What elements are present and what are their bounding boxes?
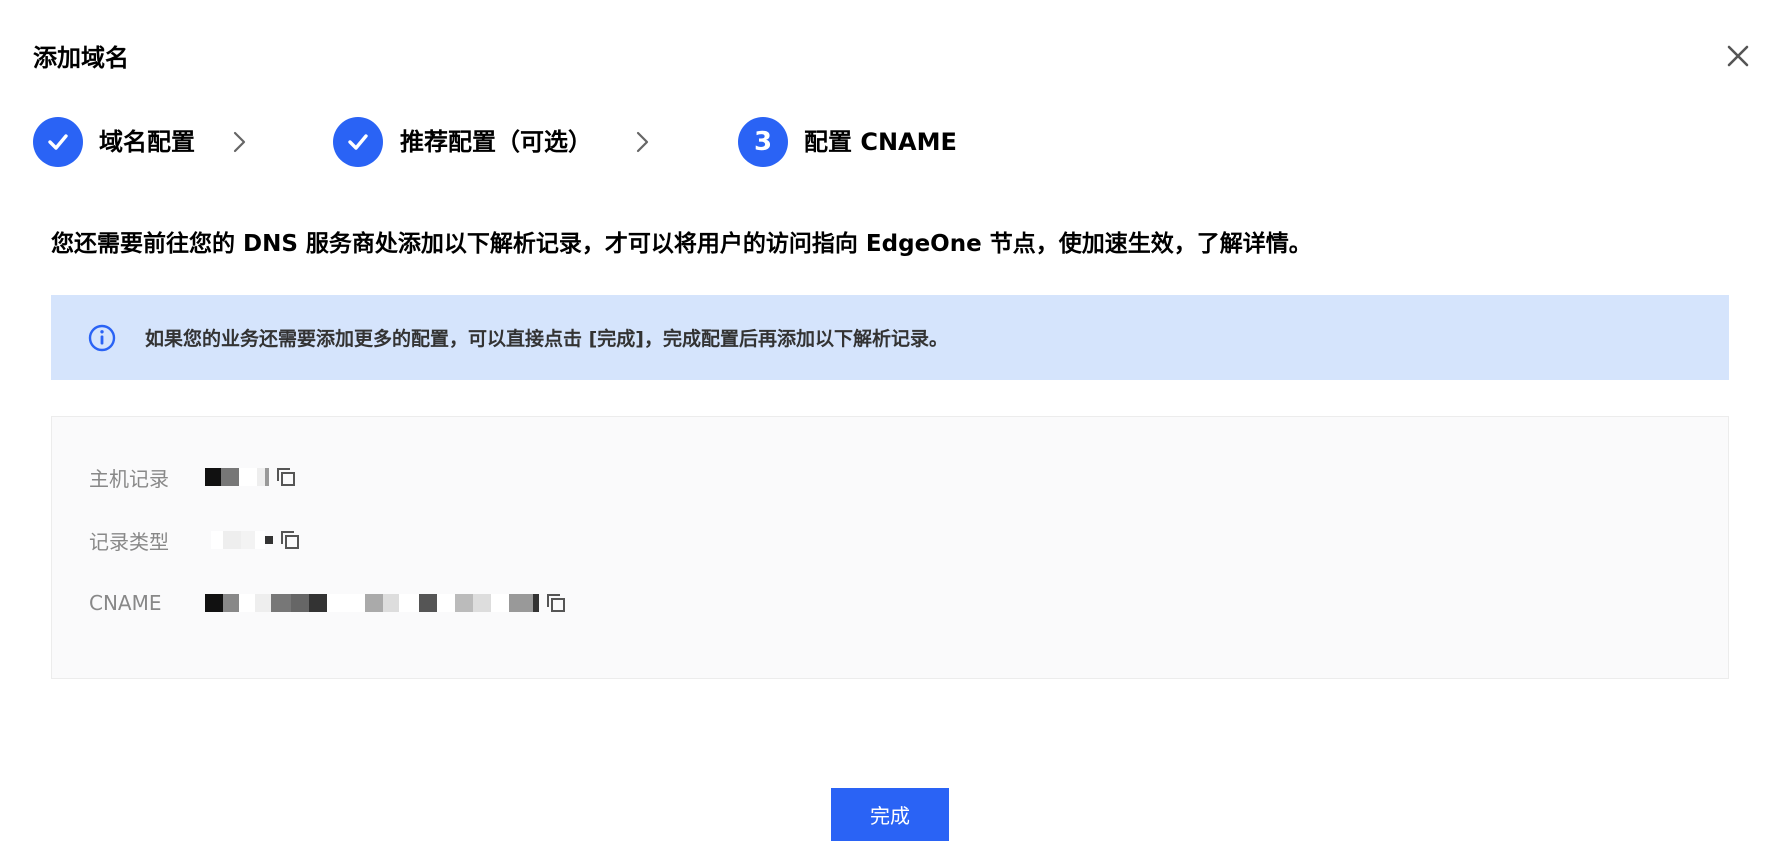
record-label: 主机记录 — [89, 466, 169, 491]
step-2-check-icon — [333, 117, 383, 167]
record-label: CNAME — [89, 591, 162, 615]
copy-icon[interactable] — [275, 466, 297, 488]
step-3-number: 3 — [738, 117, 788, 167]
record-row-cname: CNAME — [89, 588, 567, 618]
dialog-title: 添加域名 — [33, 44, 129, 72]
info-banner: 如果您的业务还需要添加更多的配置，可以直接点击 [完成]，完成配置后再添加以下解… — [51, 295, 1729, 380]
info-text: 如果您的业务还需要添加更多的配置，可以直接点击 [完成]，完成配置后再添加以下解… — [145, 328, 948, 350]
step-2-label: 推荐配置（可选） — [400, 128, 592, 156]
copy-icon[interactable] — [279, 529, 301, 551]
close-icon[interactable] — [1724, 42, 1752, 70]
dns-record-card: 主机记录 记录类型 CNAME — [51, 416, 1729, 679]
step-3-label: 配置 CNAME — [804, 128, 957, 156]
steps-indicator: 域名配置 推荐配置（可选） 3 配置 CNAME — [33, 117, 1733, 167]
info-icon — [87, 323, 117, 353]
step-1-check-icon — [33, 117, 83, 167]
intro-text: 您还需要前往您的 DNS 服务商处添加以下解析记录，才可以将用户的访问指向 Ed… — [51, 231, 1312, 257]
masked-value — [205, 468, 269, 486]
record-row-type: 记录类型 — [89, 525, 301, 555]
chevron-right-icon — [630, 130, 654, 154]
chevron-right-icon — [227, 130, 251, 154]
record-label: 记录类型 — [89, 529, 169, 554]
done-button[interactable]: 完成 — [831, 788, 949, 841]
step-1-label: 域名配置 — [99, 128, 195, 156]
record-row-host: 主机记录 — [89, 462, 297, 492]
masked-value — [205, 594, 539, 612]
copy-icon[interactable] — [545, 592, 567, 614]
masked-value — [211, 531, 273, 549]
